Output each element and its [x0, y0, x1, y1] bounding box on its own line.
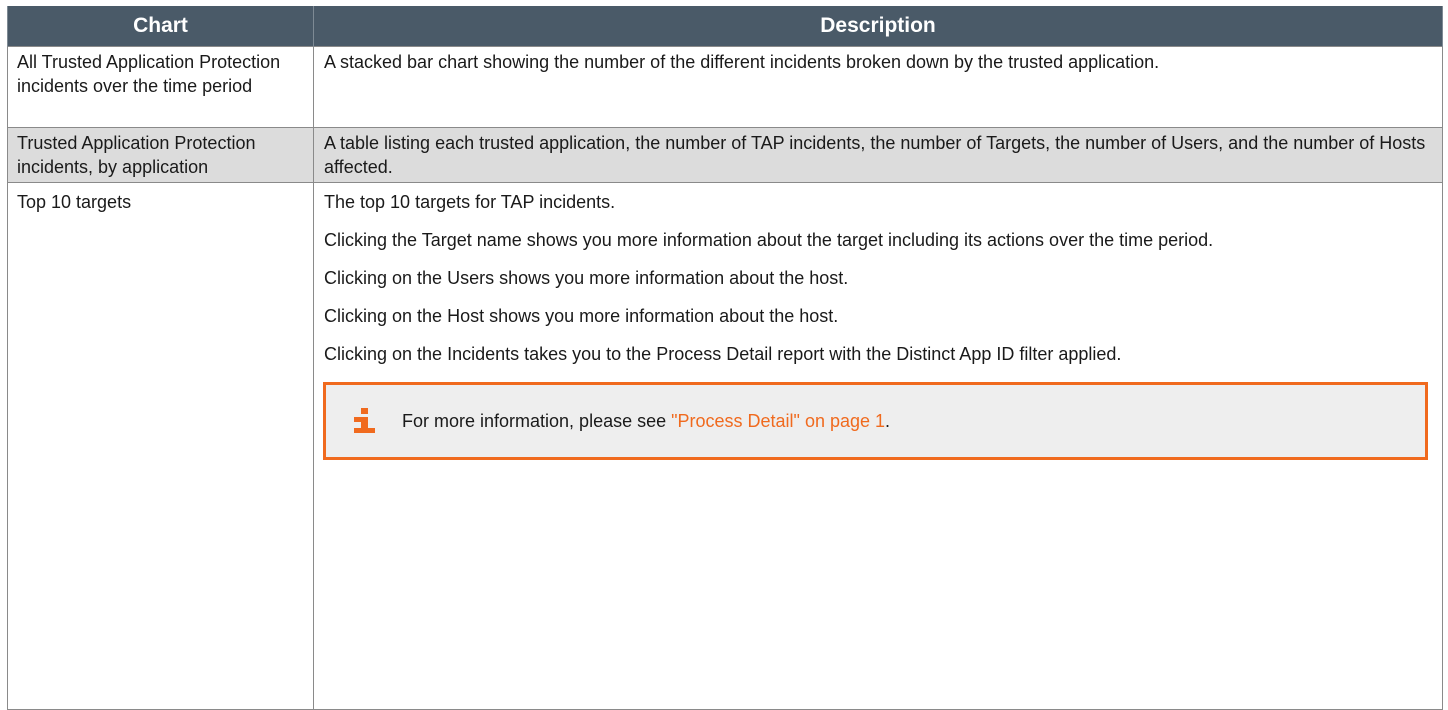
table-row: All Trusted Application Protection incid… [7, 46, 1443, 128]
description-paragraph: The top 10 targets for TAP incidents. [324, 192, 616, 212]
process-detail-link[interactable]: "Process Detail" on page 1 [671, 411, 885, 431]
chart-cell: Trusted Application Protection incidents… [7, 127, 314, 183]
description-paragraph: Clicking on the Host shows you more info… [324, 306, 839, 326]
chart-cell: All Trusted Application Protection incid… [7, 46, 314, 128]
chart-cell: Top 10 targets [7, 182, 314, 710]
column-header-chart: Chart [7, 6, 314, 47]
description-paragraph: Clicking on the Incidents takes you to t… [324, 344, 1122, 364]
info-note: For more information, please see "Proces… [323, 382, 1428, 460]
column-header-description: Description [313, 6, 1443, 47]
note-text: For more information, please see "Proces… [402, 409, 890, 433]
description-text: A table listing each trusted application… [324, 133, 1426, 177]
note-text-before: For more information, please see [402, 411, 672, 431]
table-row: Trusted Application Protection incidents… [7, 127, 1443, 183]
description-cell: A stacked bar chart showing the number o… [313, 46, 1443, 128]
table-row: Top 10 targets The top 10 targets for TA… [7, 182, 1443, 710]
table-header-row: Chart Description [7, 6, 1443, 47]
chart-name: Top 10 targets [17, 192, 132, 212]
description-paragraph: Clicking on the Users shows you more inf… [324, 268, 849, 288]
description-cell: The top 10 targets for TAP incidents. Cl… [313, 182, 1443, 710]
chart-name: All Trusted Application Protection incid… [17, 52, 281, 96]
chart-name: Trusted Application Protection incidents… [17, 133, 256, 177]
description-text: A stacked bar chart showing the number o… [324, 52, 1160, 72]
info-icon [334, 401, 394, 441]
note-text-after: . [885, 411, 891, 431]
description-cell: A table listing each trusted application… [313, 127, 1443, 183]
description-paragraph: Clicking the Target name shows you more … [324, 230, 1214, 250]
chart-description-table: Chart Description All Trusted Applicatio… [7, 6, 1443, 710]
